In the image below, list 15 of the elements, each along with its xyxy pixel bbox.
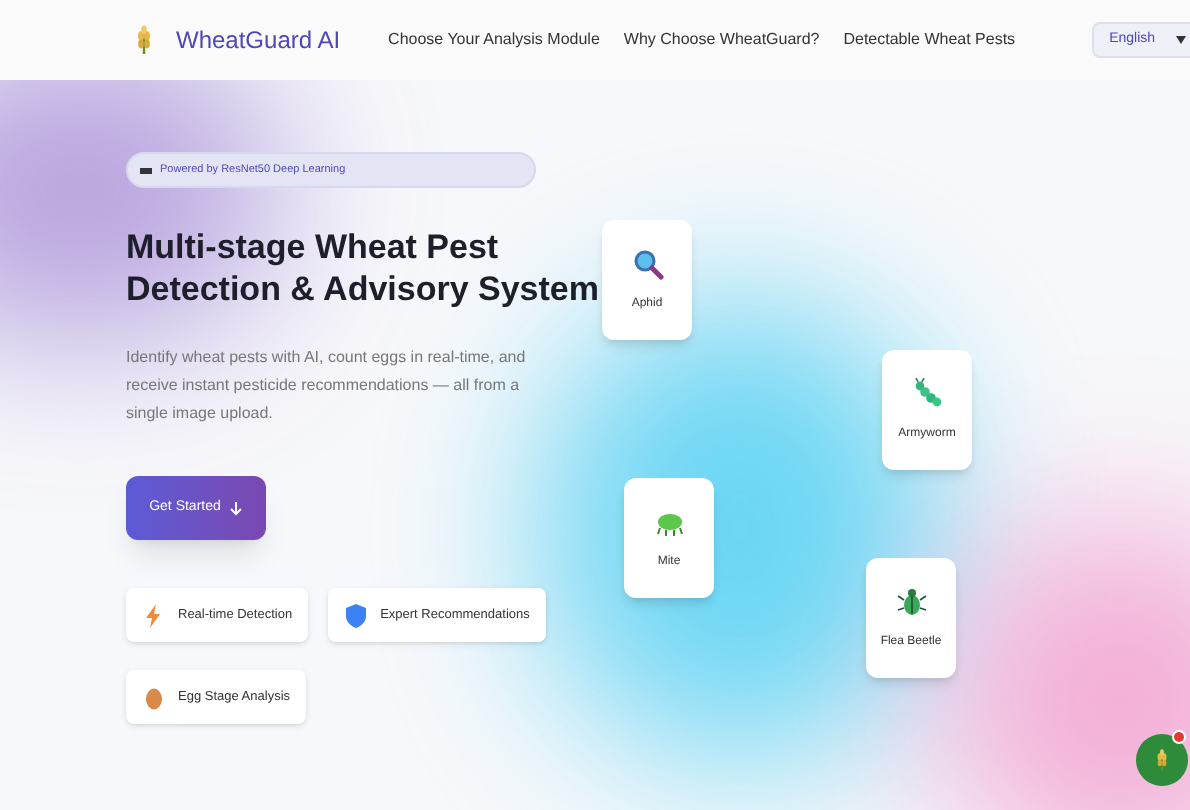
hero-title: Multi-stage Wheat Pest Detection & Advisory System (126, 226, 601, 310)
down-arrow-icon (230, 501, 243, 515)
brand-name[interactable]: WheatGuard AI (176, 22, 341, 58)
egg-icon (142, 685, 166, 709)
nav-link[interactable]: Choose Your Analysis Module (388, 28, 600, 52)
magnifier-icon (631, 247, 663, 279)
caret-icon (1175, 36, 1186, 44)
nav-link[interactable]: Detectable Wheat Pests (843, 28, 1016, 52)
hero-subtitle: Identify wheat pests with AI, count eggs in real-time, and receive instant pesticide recommendations — all from a single image upload. (126, 346, 526, 426)
beetle-icon (895, 585, 927, 617)
chip-icon (140, 167, 152, 173)
bolt-icon (142, 603, 166, 627)
nav-link[interactable]: Why Choose WheatGuard? (623, 28, 820, 52)
caterpillar-icon (911, 377, 943, 409)
shield-icon (344, 603, 369, 627)
